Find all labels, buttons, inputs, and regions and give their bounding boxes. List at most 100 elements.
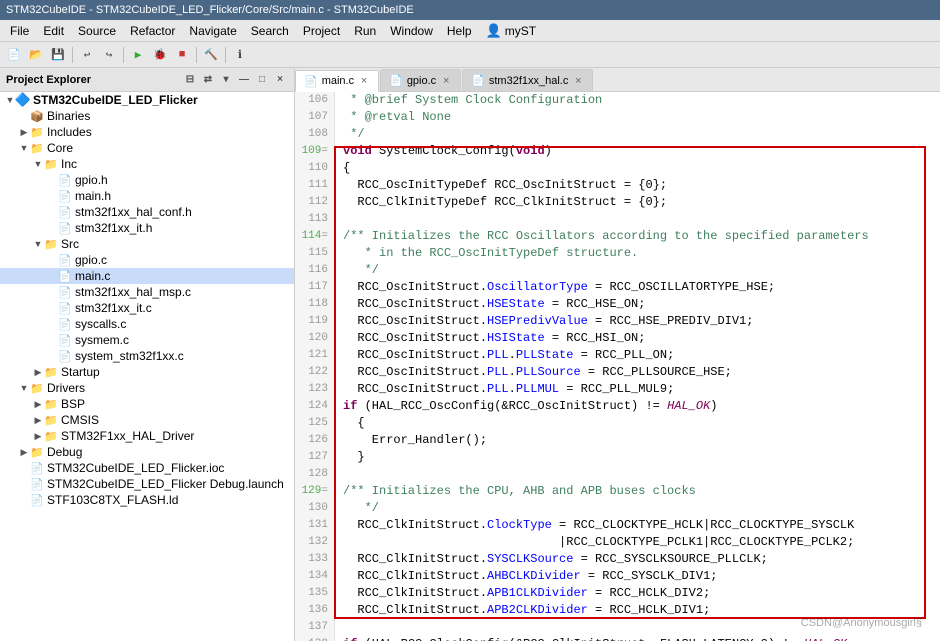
menu-project[interactable]: Project — [297, 22, 346, 40]
tree-item-bsp[interactable]: ▶ 📁 BSP — [0, 396, 294, 412]
toolbar-sep4 — [225, 47, 226, 63]
tree-label-syscalls_c: syscalls.c — [75, 317, 294, 331]
menu-help[interactable]: Help — [441, 22, 478, 40]
tree-item-drivers[interactable]: ▼ 📁 Drivers — [0, 380, 294, 396]
tree-arrow-sysmem_c — [46, 334, 58, 346]
tree-icon-stm32f1xx_hal_conf_h: 📄 — [58, 205, 72, 219]
tree-item-syscalls_c[interactable]: 📄 syscalls.c — [0, 316, 294, 332]
menu-window[interactable]: Window — [384, 22, 439, 40]
toolbar-undo[interactable]: ↩ — [77, 45, 97, 65]
toolbar-redo[interactable]: ↪ — [99, 45, 119, 65]
code-line-122: RCC_OscInitStruct.PLL.PLLSource = RCC_PL… — [343, 364, 932, 381]
tree-item-debug[interactable]: ▶ 📁 Debug — [0, 444, 294, 460]
tree-item-gpio_h[interactable]: 📄 gpio.h — [0, 172, 294, 188]
code-line-118: RCC_OscInitStruct.HSEState = RCC_HSE_ON; — [343, 296, 932, 313]
menu-edit[interactable]: Edit — [37, 22, 70, 40]
tree-item-system_stm32f1xx_c[interactable]: 📄 system_stm32f1xx.c — [0, 348, 294, 364]
tree-root[interactable]: ▼ 🔷 STM32CubeIDE_LED_Flicker — [0, 92, 294, 108]
tree-item-ioc_file[interactable]: 📄 STM32CubeIDE_LED_Flicker.ioc — [0, 460, 294, 476]
tree-item-stm32f1xx_hal_msp_c[interactable]: 📄 stm32f1xx_hal_msp.c — [0, 284, 294, 300]
toolbar-info[interactable]: ℹ — [230, 45, 250, 65]
tree-item-main_c[interactable]: 📄 main.c — [0, 268, 294, 284]
tree-item-gpio_c[interactable]: 📄 gpio.c — [0, 252, 294, 268]
editor-tab-main-c[interactable]: 📄 main.c × — [295, 70, 379, 92]
line-num-135: 135 — [301, 585, 328, 602]
tree-item-inc[interactable]: ▼ 📁 Inc — [0, 156, 294, 172]
tree-arrow-gpio_c — [46, 254, 58, 266]
toolbar-run[interactable]: ▶ — [128, 45, 148, 65]
tree-item-includes[interactable]: ▶ 📁 Includes — [0, 124, 294, 140]
tree-arrow-core: ▼ — [18, 142, 30, 154]
code-line-108: */ — [343, 126, 932, 143]
tree-item-core[interactable]: ▼ 📁 Core — [0, 140, 294, 156]
title-bar: STM32CubeIDE - STM32CubeIDE_LED_Flicker/… — [0, 0, 940, 20]
code-line-110: { — [343, 160, 932, 177]
tree-label-stm32f1xx_hal_conf_h: stm32f1xx_hal_conf.h — [75, 205, 294, 219]
menu-source[interactable]: Source — [72, 22, 122, 40]
explorer-collapse-all[interactable]: ⊟ — [182, 72, 198, 88]
tree-arrow-main_h — [46, 190, 58, 202]
menu-refactor[interactable]: Refactor — [124, 22, 181, 40]
code-line-116: */ — [343, 262, 932, 279]
tree-item-stm32f1xx_it_h[interactable]: 📄 stm32f1xx_it.h — [0, 220, 294, 236]
menu-navigate[interactable]: Navigate — [183, 22, 242, 40]
tab-close-2[interactable]: × — [572, 75, 584, 87]
code-line-137 — [343, 619, 932, 636]
tree-item-binaries[interactable]: 📦 Binaries — [0, 108, 294, 124]
line-num-138: 138 — [301, 636, 328, 641]
tree-item-launch_file[interactable]: 📄 STM32CubeIDE_LED_Flicker Debug.launch — [0, 476, 294, 492]
explorer-link[interactable]: ⇄ — [200, 72, 216, 88]
line-num-119: 119 — [301, 313, 328, 330]
code-editor[interactable]: 106107108109=110111112113114=11511611711… — [295, 92, 940, 641]
menu-run[interactable]: Run — [348, 22, 382, 40]
line-num-110: 110 — [301, 160, 328, 177]
toolbar-save[interactable]: 💾 — [48, 45, 68, 65]
explorer-minimize[interactable]: — — [236, 72, 252, 88]
menu-file[interactable]: File — [4, 22, 35, 40]
toolbar-build[interactable]: 🔨 — [201, 45, 221, 65]
toolbar-new[interactable]: 📄 — [4, 45, 24, 65]
tab-label-0: main.c — [322, 75, 354, 87]
code-line-127: } — [343, 449, 932, 466]
code-line-113 — [343, 211, 932, 228]
tree-label-includes: Includes — [47, 125, 294, 139]
menu-myst[interactable]: 👤 myST — [480, 21, 543, 41]
code-line-128 — [343, 466, 932, 483]
tree-arrow-launch_file — [18, 478, 30, 490]
tree-item-stm32f1xx_it_c[interactable]: 📄 stm32f1xx_it.c — [0, 300, 294, 316]
editor-tab-gpio-c[interactable]: 📄 gpio.c × — [380, 69, 461, 91]
tab-close-1[interactable]: × — [440, 75, 452, 87]
toolbar-open[interactable]: 📂 — [26, 45, 46, 65]
menu-search[interactable]: Search — [245, 22, 295, 40]
code-content: * @brief System Clock Configuration * @r… — [335, 92, 940, 641]
tree-arrow-syscalls_c — [46, 318, 58, 330]
line-num-111: 111 — [301, 177, 328, 194]
tab-close-0[interactable]: × — [358, 75, 370, 87]
tree-item-stm32f1xx_hal_driver[interactable]: ▶ 📁 STM32F1xx_HAL_Driver — [0, 428, 294, 444]
tab-label-1: gpio.c — [407, 75, 436, 87]
tree-item-startup[interactable]: ▶ 📁 Startup — [0, 364, 294, 380]
tree-item-main_h[interactable]: 📄 main.h — [0, 188, 294, 204]
tree-view[interactable]: ▼ 🔷 STM32CubeIDE_LED_Flicker 📦 Binaries … — [0, 92, 294, 641]
toolbar: 📄 📂 💾 ↩ ↪ ▶ 🐞 ■ 🔨 ℹ — [0, 42, 940, 68]
code-line-106: * @brief System Clock Configuration — [343, 92, 932, 109]
tree-item-src[interactable]: ▼ 📁 Src — [0, 236, 294, 252]
tree-icon-ioc_file: 📄 — [30, 461, 44, 475]
explorer-close[interactable]: × — [272, 72, 288, 88]
tree-arrow-bsp: ▶ — [32, 398, 44, 410]
tree-icon-inc: 📁 — [44, 157, 58, 171]
code-line-121: RCC_OscInitStruct.PLL.PLLState = RCC_PLL… — [343, 347, 932, 364]
tree-label-src: Src — [61, 237, 294, 251]
tree-item-stm32f1xx_hal_conf_h[interactable]: 📄 stm32f1xx_hal_conf.h — [0, 204, 294, 220]
tree-item-flash_ld[interactable]: 📄 STF103C8TX_FLASH.ld — [0, 492, 294, 508]
toolbar-debug[interactable]: 🐞 — [150, 45, 170, 65]
code-line-136: RCC_ClkInitStruct.APB2CLKDivider = RCC_H… — [343, 602, 932, 619]
tree-icon-debug: 📁 — [30, 445, 44, 459]
explorer-maximize[interactable]: □ — [254, 72, 270, 88]
explorer-menu[interactable]: ▾ — [218, 72, 234, 88]
toolbar-sep3 — [196, 47, 197, 63]
editor-tab-stm32f1xx_hal-c[interactable]: 📄 stm32f1xx_hal.c × — [462, 69, 593, 91]
tree-item-cmsis[interactable]: ▶ 📁 CMSIS — [0, 412, 294, 428]
tree-item-sysmem_c[interactable]: 📄 sysmem.c — [0, 332, 294, 348]
toolbar-stop[interactable]: ■ — [172, 45, 192, 65]
